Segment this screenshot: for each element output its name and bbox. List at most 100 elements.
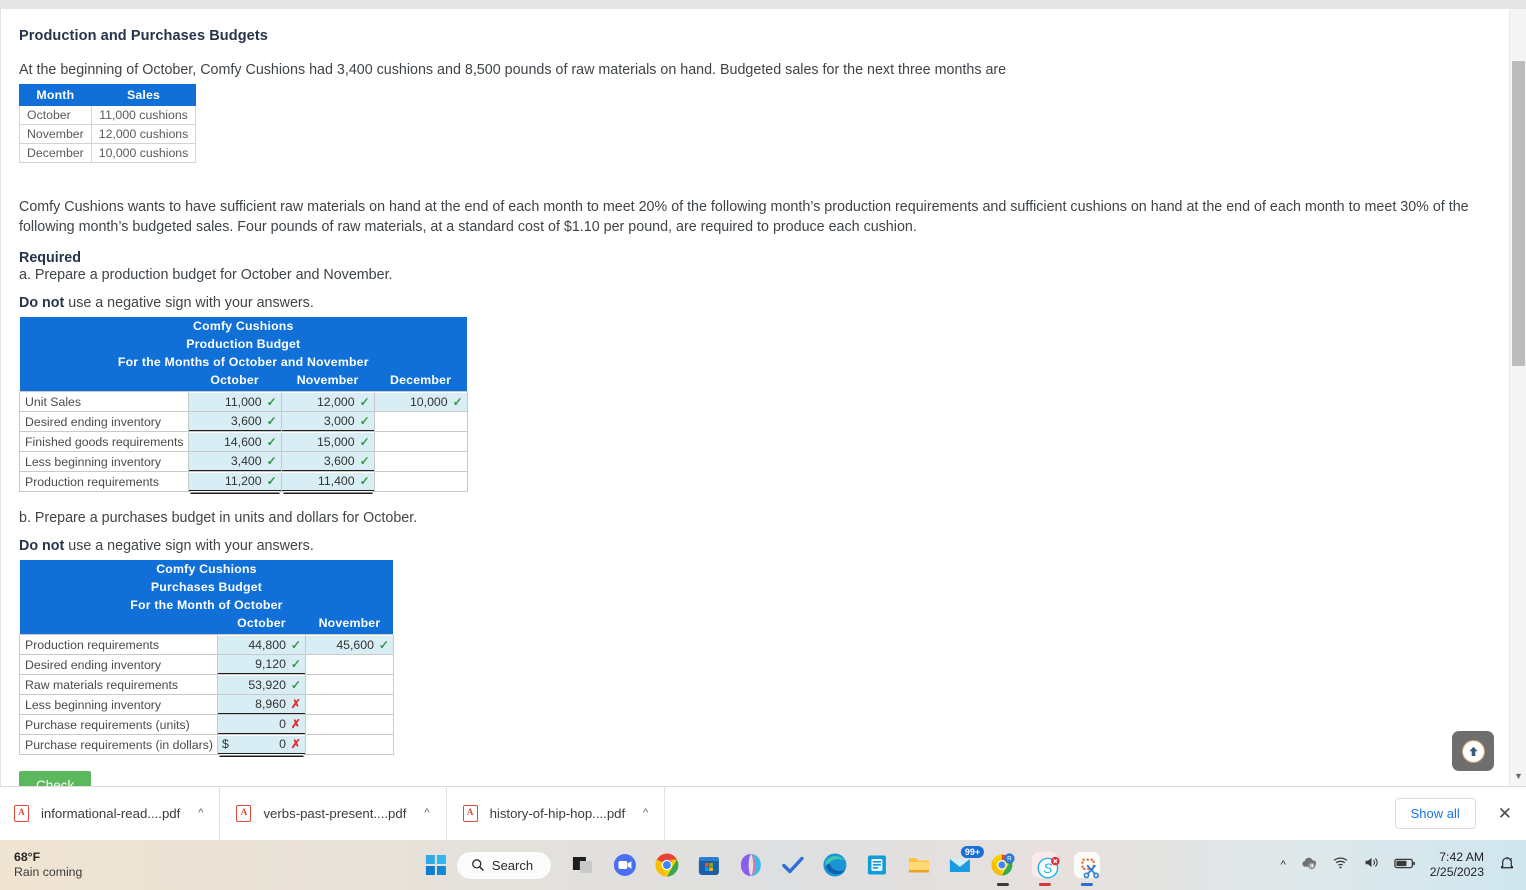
taskbar-clock[interactable]: 7:42 AM 2/25/2023 xyxy=(1430,850,1484,880)
purchases-budget-answer-cell[interactable]: 0 ✗ xyxy=(216,714,306,735)
production-budget-answer-cell[interactable]: 3,000 ✓ xyxy=(280,411,375,432)
production-budget-input[interactable]: 3,600 ✓ xyxy=(188,412,281,431)
purchases-budget-empty-cell xyxy=(304,674,394,695)
production-budget-answer-cell[interactable]: 11,200 ✓ xyxy=(187,471,282,492)
production-budget-input[interactable]: 10,000 ✓ xyxy=(374,392,467,411)
purchases-budget-answer-cell[interactable]: 44,800 ✓ xyxy=(216,634,306,655)
battery-icon[interactable] xyxy=(1394,856,1416,875)
file-explorer-icon[interactable] xyxy=(906,852,932,878)
incorrect-cross-icon: ✗ xyxy=(290,697,301,711)
chrome-profile-icon[interactable]: R xyxy=(990,852,1016,886)
purchases-budget-value: 0 xyxy=(279,737,286,751)
production-budget-empty-cell xyxy=(373,451,468,472)
purchases-budget-answer-cell[interactable]: 8,960 ✗ xyxy=(216,694,306,715)
production-budget-input[interactable]: 12,000 ✓ xyxy=(281,392,374,411)
purchases-budget-input[interactable]: $0 ✗ xyxy=(217,735,305,754)
download-item[interactable]: history-of-hip-hop....pdf ^ xyxy=(447,786,666,841)
onedrive-paused-icon[interactable] xyxy=(1300,854,1318,877)
production-budget-input[interactable]: 3,600 ✓ xyxy=(281,452,374,471)
production-budget-input[interactable]: 11,000 ✓ xyxy=(188,392,281,411)
requirement-b: b. Prepare a purchases budget in units a… xyxy=(19,510,418,526)
microsoft-store-icon[interactable] xyxy=(696,852,722,878)
purchases-budget-value: 8,960 xyxy=(255,697,286,711)
purchases-budget-input[interactable]: 44,800 ✓ xyxy=(217,635,305,654)
table-row: Less beginning inventory 3,400 ✓ 3,600 ✓ xyxy=(19,451,468,472)
production-budget-answer-cell[interactable]: 3,600 ✓ xyxy=(280,451,375,472)
production-budget-value: 10,000 xyxy=(409,394,448,409)
google-chrome-icon[interactable] xyxy=(654,852,680,878)
clipchamp-icon[interactable] xyxy=(864,852,890,878)
production-budget-input[interactable]: 11,400 ✓ xyxy=(281,472,374,491)
production-budget-answer-cell[interactable]: 3,600 ✓ xyxy=(187,411,282,432)
microsoft-todo-icon[interactable] xyxy=(780,852,806,878)
wifi-icon[interactable] xyxy=(1332,854,1349,876)
download-item[interactable]: informational-read....pdf ^ xyxy=(0,786,221,841)
purchases-budget-input[interactable]: 9,120 ✓ xyxy=(217,655,305,674)
mail-icon[interactable]: 99+ xyxy=(948,846,985,878)
purchases-budget-input[interactable]: 0 ✗ xyxy=(217,715,305,734)
correct-check-icon: ✓ xyxy=(359,474,370,488)
purchases-budget-input[interactable]: 8,960 ✗ xyxy=(217,695,305,714)
microsoft-365-icon[interactable] xyxy=(738,852,764,878)
scroll-down-arrow-icon[interactable]: ▼ xyxy=(1510,768,1526,784)
production-budget-input[interactable]: 15,000 ✓ xyxy=(281,432,374,451)
check-button[interactable]: Check xyxy=(19,771,92,786)
tray-expand-icon[interactable]: ^ xyxy=(1281,859,1286,871)
notifications-icon[interactable]: zz xyxy=(1498,854,1516,877)
skype-icon[interactable]: S xyxy=(1032,852,1060,886)
scrollbar-thumb[interactable] xyxy=(1512,61,1525,366)
purchases-budget-value: 0 xyxy=(279,717,286,731)
purchases-budget-input[interactable]: 45,600 ✓ xyxy=(305,635,393,654)
chevron-up-icon[interactable]: ^ xyxy=(643,808,648,819)
production-budget-input[interactable]: 11,200 ✓ xyxy=(188,472,281,491)
production-budget-table: Comfy Cushions Production Budget For the… xyxy=(19,317,468,492)
production-budget-input[interactable]: 3,000 ✓ xyxy=(281,412,374,431)
purchases-budget-answer-cell[interactable]: 53,920 ✓ xyxy=(216,674,306,695)
production-budget-input[interactable]: 14,600 ✓ xyxy=(188,432,281,451)
production-budget-answer-cell[interactable]: 14,600 ✓ xyxy=(187,431,282,452)
close-downloads-bar-icon[interactable]: ✕ xyxy=(1498,805,1512,822)
production-budget-answer-cell[interactable]: 15,000 ✓ xyxy=(280,431,375,452)
production-budget-input[interactable]: 3,400 ✓ xyxy=(188,452,281,471)
do-not-note-b: Do not use a negative sign with your ans… xyxy=(19,538,1478,554)
production-budget-answer-cell[interactable]: 11,400 ✓ xyxy=(280,471,375,492)
microsoft-edge-icon[interactable] xyxy=(822,852,848,878)
production-budget-answer-cell[interactable]: 3,400 ✓ xyxy=(187,451,282,472)
video-meeting-icon[interactable] xyxy=(612,852,638,878)
purchases-budget-company-row: Comfy Cushions xyxy=(19,560,394,578)
chevron-up-icon[interactable]: ^ xyxy=(198,808,203,819)
windows-start-icon[interactable] xyxy=(425,855,446,875)
production-budget-answer-cell[interactable]: 11,000 ✓ xyxy=(187,391,282,412)
production-budget-row-label: Less beginning inventory xyxy=(19,451,189,472)
purchases-budget-answer-cell[interactable]: 9,120 ✓ xyxy=(216,654,306,675)
production-budget-answer-cell[interactable]: 12,000 ✓ xyxy=(280,391,375,412)
purchases-budget-answer-cell[interactable]: 45,600 ✓ xyxy=(304,634,394,655)
volume-icon[interactable] xyxy=(1363,854,1380,876)
purchases-budget-answer-cell[interactable]: $0 ✗ xyxy=(216,734,306,755)
chevron-up-icon[interactable]: ^ xyxy=(424,808,429,819)
sales-col-month: Month xyxy=(19,84,92,106)
taskbar-search-button[interactable]: Search xyxy=(455,850,553,880)
do-not-bold: Do not xyxy=(19,538,65,554)
purchases-budget-input[interactable]: 53,920 ✓ xyxy=(217,675,305,694)
show-all-downloads-button[interactable]: Show all xyxy=(1394,798,1476,829)
table-row: Purchase requirements (units) 0 ✗ xyxy=(19,714,394,735)
snipping-tool-icon[interactable] xyxy=(1074,852,1101,886)
purchases-budget-column-row: October November xyxy=(19,614,394,635)
production-col-november: November xyxy=(281,371,375,392)
purchases-budget-company: Comfy Cushions xyxy=(19,560,394,578)
production-budget-value: 11,200 xyxy=(224,474,262,488)
scroll-to-top-button[interactable] xyxy=(1452,731,1494,771)
download-item[interactable]: verbs-past-present....pdf ^ xyxy=(220,786,447,841)
table-row: Raw materials requirements 53,920 ✓ xyxy=(19,674,394,695)
production-budget-answer-cell[interactable]: 10,000 ✓ xyxy=(373,391,468,412)
correct-check-icon: ✓ xyxy=(266,434,277,449)
task-view-icon[interactable] xyxy=(570,852,596,878)
correct-check-icon: ✓ xyxy=(359,454,370,468)
vertical-scrollbar[interactable]: ▼ xyxy=(1509,9,1526,786)
correct-check-icon: ✓ xyxy=(452,394,463,409)
weather-widget[interactable]: 68°F Rain coming xyxy=(14,850,82,880)
purchases-budget-report-row: Purchases Budget xyxy=(19,578,394,596)
production-budget-value: 12,000 xyxy=(316,394,355,409)
